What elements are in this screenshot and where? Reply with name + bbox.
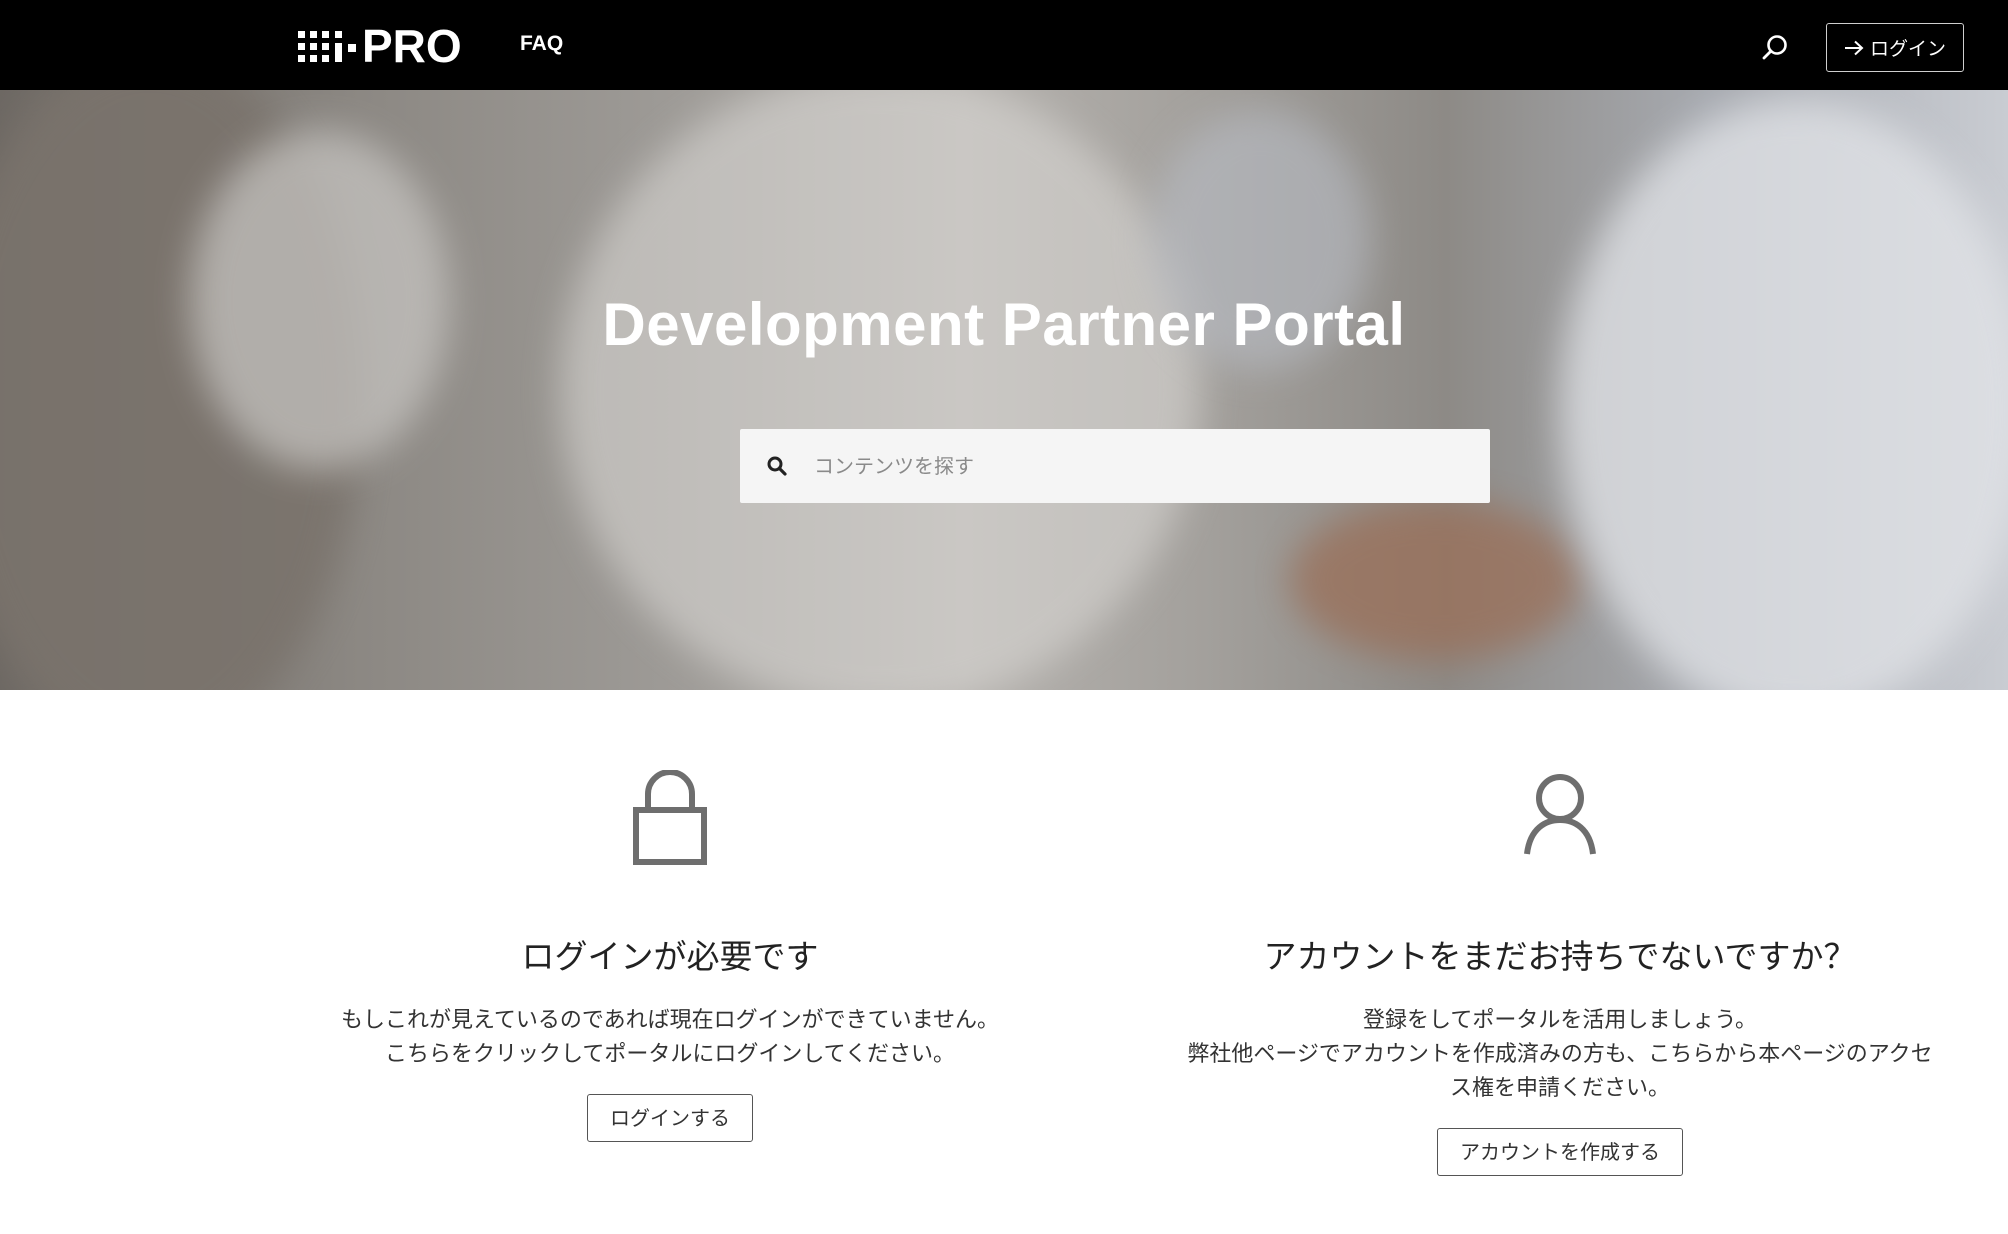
login-required-card: ログインが必要です もしこれが見えているのであれば現在ログインができていません。… [270,770,1070,1142]
user-icon [1524,774,1596,855]
ipro-logo[interactable]: PRO [298,20,462,72]
content-search-input[interactable] [812,453,1452,479]
arrow-right-icon [1844,40,1864,56]
hero-banner: Development Partner Portal [0,90,2008,690]
lock-icon [633,770,707,865]
signup-desc-line: 登録をしてポータルを活用しましょう。 [1362,1008,1758,1033]
signup-desc-line: ス権を申請ください。 [1449,1076,1670,1101]
logo-i-mark [335,30,342,62]
header-login-button[interactable]: ログイン [1826,23,1964,72]
login-required-heading: ログインが必要です [521,937,819,976]
login-button[interactable]: ログインする [587,1094,753,1142]
search-icon [1762,35,1787,60]
hero-title: Development Partner Portal [602,291,1406,358]
logo-text: PRO [362,20,462,72]
create-account-button[interactable]: アカウントを作成する [1437,1128,1683,1176]
nav-faq-link[interactable]: FAQ [520,32,563,56]
logo-separator-dot [348,44,356,52]
create-account-heading: アカウントをまだお持ちでないですか？ [1263,937,1857,976]
login-desc-line: こちらをクリックしてポータルにログインしてください。 [384,1042,956,1067]
hero-background-shape [1290,500,1580,660]
header-search-button[interactable] [1755,28,1795,68]
login-button-label: ログイン [1869,38,1946,60]
login-required-description: もしこれが見えているのであれば現在ログインができていません。 こちらをクリックし… [270,1004,1070,1072]
hero-background-shape [1560,100,2008,690]
logo-dots-icon [298,30,329,62]
signup-desc-line: 弊社他ページでアカウントを作成済みの方も、こちらから本ページのアクセ [1187,1042,1933,1067]
content-search-box[interactable] [740,429,1490,503]
top-navigation-bar: PRO FAQ ログイン [0,0,2008,90]
login-desc-line: もしこれが見えているのであれば現在ログインができていません。 [340,1008,1000,1033]
create-account-card: アカウントをまだお持ちでないですか？ 登録をしてポータルを活用しましょう。 弊社… [1140,770,1980,1176]
hero-background-shape [560,90,1200,690]
create-account-description: 登録をしてポータルを活用しましょう。 弊社他ページでアカウントを作成済みの方も、… [1140,1004,1980,1106]
search-icon [766,455,788,477]
